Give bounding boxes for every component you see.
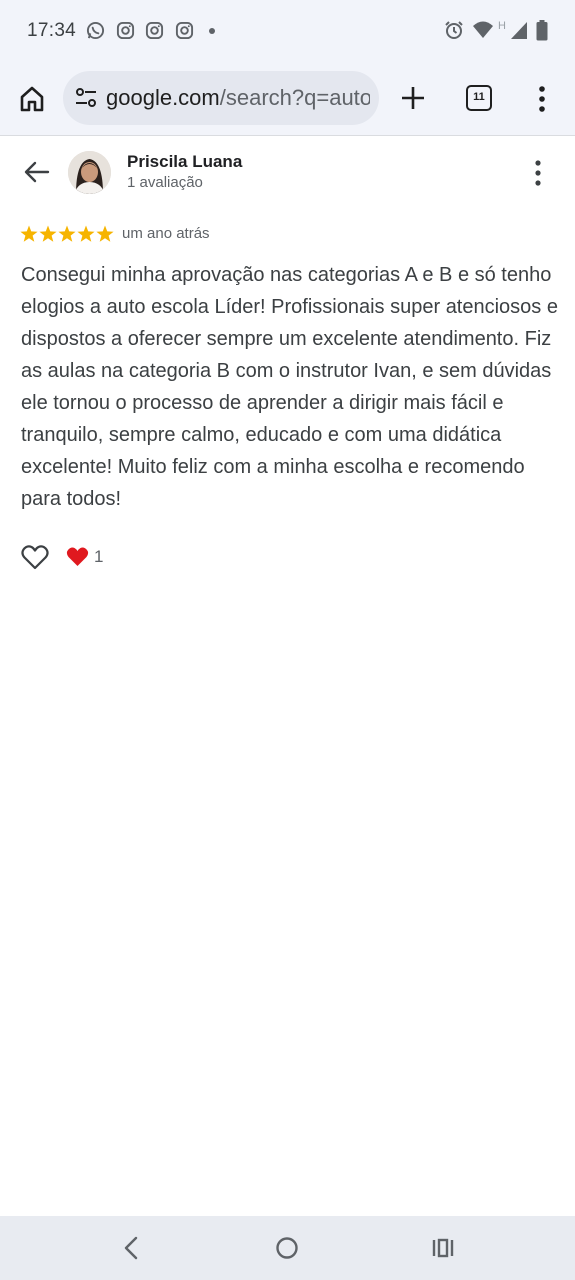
star-icon — [96, 225, 114, 242]
address-bar[interactable]: google.com/search?q=auto — [63, 71, 379, 125]
reaction-count: 1 — [94, 547, 104, 566]
more-vert-icon[interactable] — [530, 84, 554, 114]
heart-reaction-icon — [66, 547, 89, 566]
site-settings-icon[interactable] — [74, 86, 98, 110]
more-options-icon[interactable] — [526, 159, 550, 187]
heart-outline-icon[interactable] — [20, 542, 50, 572]
status-bar: 17:34 H — [0, 0, 575, 62]
avatar[interactable] — [68, 151, 111, 194]
wifi-icon — [473, 21, 493, 38]
reviewer-name[interactable]: Priscila Luana — [127, 152, 242, 172]
alarm-icon — [445, 21, 463, 39]
star-icon — [58, 225, 76, 242]
notification-dot — [209, 28, 215, 34]
signal-icon — [511, 22, 527, 39]
tab-switcher-button[interactable]: 11 — [466, 85, 492, 111]
star-icon — [39, 225, 57, 242]
reviewer-review-count: 1 avaliação — [127, 174, 203, 191]
review-text: Consegui minha aprovação nas categorias … — [21, 264, 558, 510]
url-domain: google.com — [106, 85, 220, 110]
instagram-icon — [116, 21, 135, 40]
network-type-label: H — [498, 20, 506, 32]
instagram-icon — [145, 21, 164, 40]
star-icon — [77, 225, 95, 242]
home-icon[interactable] — [16, 83, 48, 115]
avatar-image — [68, 151, 111, 194]
new-tab-icon[interactable] — [398, 83, 428, 113]
battery-icon — [536, 20, 548, 41]
nav-back-icon[interactable] — [116, 1233, 146, 1263]
browser-toolbar: google.com/search?q=auto 11 — [0, 62, 575, 136]
star-icon — [20, 225, 38, 242]
back-arrow-icon[interactable] — [22, 157, 52, 187]
nav-home-icon[interactable] — [272, 1233, 302, 1263]
url-path: /search?q=auto — [219, 85, 370, 110]
url-text[interactable]: google.com/search?q=auto — [106, 85, 370, 111]
status-time: 17:34 — [27, 20, 77, 41]
nav-recents-icon[interactable] — [428, 1233, 458, 1263]
system-navigation-bar — [0, 1216, 575, 1280]
instagram-icon — [175, 21, 194, 40]
star-rating — [20, 225, 114, 242]
review-time: um ano atrás — [122, 225, 210, 242]
whatsapp-icon — [86, 21, 105, 40]
